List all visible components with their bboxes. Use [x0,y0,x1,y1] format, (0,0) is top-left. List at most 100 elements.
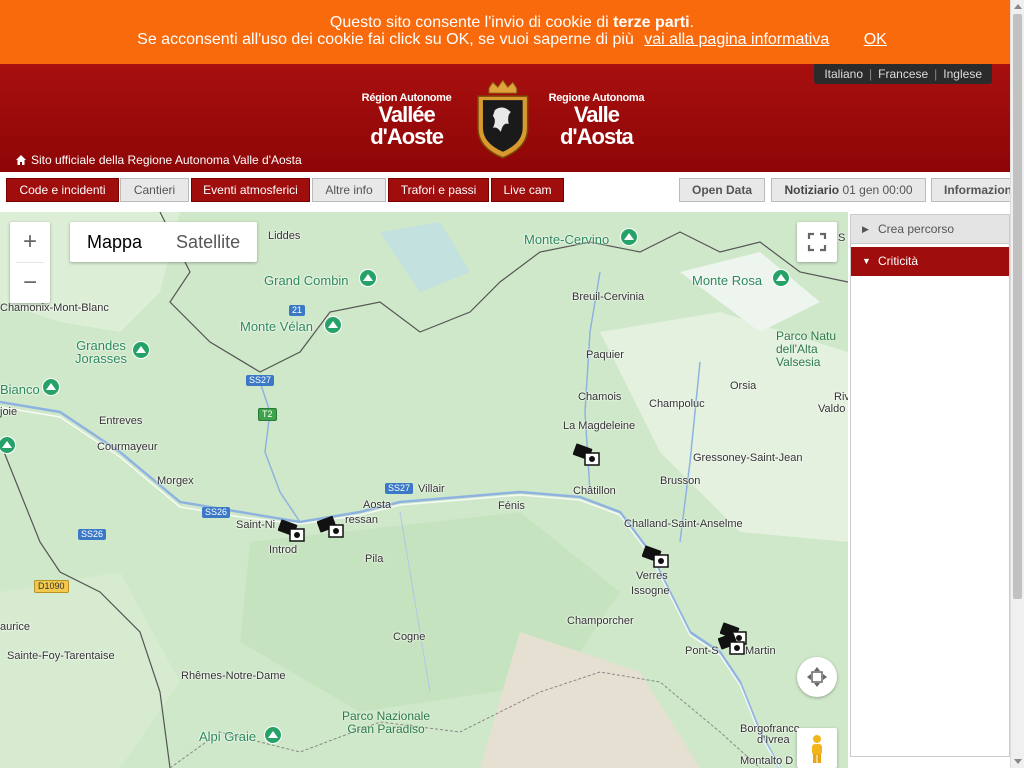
town-label: Champoluc [649,398,705,410]
scroll-down-arrow-icon[interactable] [1014,759,1022,764]
town-label: Challand-Saint-Anselme [624,518,743,530]
cookie-text-pre: Questo sito consente l'invio di cookie d… [329,14,614,31]
mountain-icon[interactable] [620,228,638,246]
webcam-icon[interactable] [642,545,670,569]
webcam-icon[interactable] [317,515,345,539]
webcam-icon[interactable] [278,519,306,543]
tab-eventi-atmosferici[interactable]: Eventi atmosferici [191,178,310,202]
town-label: Sainte-Foy-Tarentaise [7,650,115,662]
town-label: aurice [0,621,30,633]
crea-percorso-toggle[interactable]: ▶ Crea percorso [851,215,1009,244]
lang-separator: | [869,67,873,81]
town-label: Saint-Ni [236,519,276,531]
brand-it-big: Valle d'Aosta [559,102,634,149]
map-view[interactable]: Monte-Cervino Grand Combin Monte Vélan G… [0,212,848,768]
cookie-text-bold: terze parti [613,14,690,31]
zoom-in-button[interactable]: + [10,222,50,262]
town-label: Issogne [631,585,670,597]
page-scrollbar[interactable] [1010,0,1024,768]
street-view-button[interactable] [797,728,837,768]
criticita-toggle[interactable]: ▼ Criticità [851,247,1009,276]
tab-code-incidenti[interactable]: Code e incidenti [6,178,119,202]
zoom-control: + − [10,222,50,303]
peak-label[interactable]: Monte-Cervino [524,233,609,246]
notiziario-date: 01 gen 00:00 [842,183,913,197]
tab-live-cam[interactable]: Live cam [491,178,564,202]
peak-label[interactable]: Alpi Graie [199,730,256,743]
peak-label[interactable]: Grand Combin [264,274,349,287]
brand-french: Région Autonome Vallée d'Aoste [344,92,469,148]
map-type-mappa[interactable]: Mappa [70,222,159,262]
tab-altre-info[interactable]: Altre info [312,178,386,202]
mountain-icon[interactable] [772,269,790,287]
criticita-label: Criticità [878,254,919,268]
tab-trafori-passi[interactable]: Trafori e passi [388,178,489,202]
peak-label[interactable]: Monte Rosa [692,274,762,287]
webcam-icon[interactable] [718,632,746,656]
cookie-banner: Questo sito consente l'invio di cookie d… [0,0,1024,64]
lang-francese[interactable]: Francese [878,67,928,81]
language-switcher: Italiano | Francese | Inglese [814,64,992,84]
town-label: Pont-S [685,645,719,657]
zoom-out-button[interactable]: − [10,263,50,303]
town-label: Breuil-Cervinia [572,291,645,303]
toolbar: Code e incidenti Cantieri Eventi atmosfe… [0,172,1021,212]
cookie-ok-button[interactable]: OK [864,31,887,48]
town-label: Chamois [578,391,622,403]
crea-percorso-label: Crea percorso [878,222,955,236]
pegman-icon [812,735,822,763]
lang-inglese[interactable]: Inglese [943,67,982,81]
peak-label[interactable]: Monte Vélan [240,320,313,333]
road-shield: SS26 [202,507,231,518]
cookie-line-2: Se acconsenti all'uso dei cookie fai cli… [0,31,1024,48]
peak-label[interactable]: Grandes Jorasses [74,339,128,365]
scrollbar-thumb[interactable] [1013,14,1022,599]
road-shield: T2 [258,408,277,421]
town-label: joie [0,406,18,418]
peak-label[interactable]: Bianco [0,383,40,396]
notiziario-button[interactable]: Notiziario 01 gen 00:00 [771,178,926,202]
fullscreen-button[interactable] [797,222,837,262]
road-shield: SS27 [385,483,414,494]
town-label: Brusson [660,475,701,487]
official-site-link[interactable]: Sito ufficiale della Regione Autonoma Va… [16,153,302,167]
road-shield: SS26 [78,529,107,540]
lang-italiano[interactable]: Italiano [824,67,863,81]
town-label: Verres [636,570,668,582]
home-icon [16,155,26,165]
mountain-icon[interactable] [42,378,60,396]
mountain-icon[interactable] [324,316,342,334]
official-site-label: Sito ufficiale della Regione Autonoma Va… [31,153,302,167]
town-label: Chamonix-Mont-Blanc [0,302,109,314]
town-label: Gressoney-Saint-Jean [693,452,803,464]
mountain-icon[interactable] [359,269,377,287]
park-label[interactable]: Parco Nazionale Gran Paradiso [338,710,434,736]
town-label: Villair [418,483,445,495]
town-label: Montalto D [740,755,794,767]
webcam-icon[interactable] [573,443,601,467]
cookie-text-post: . [689,14,695,31]
recenter-button[interactable] [797,657,837,697]
town-label: ressan [345,514,379,526]
town-label: Valdo [818,403,846,415]
town-label: Châtillon [573,485,616,497]
mountain-icon[interactable] [132,341,150,359]
mountain-icon[interactable] [264,726,282,744]
informazioni-button[interactable]: Informazioni [931,178,1021,202]
town-label: d'Ivrea [757,734,790,746]
tab-cantieri[interactable]: Cantieri [120,178,189,202]
site-logo[interactable]: Région Autonome Vallée d'Aoste Regione A… [344,80,656,160]
cookie-line-1: Questo sito consente l'invio di cookie d… [0,14,1024,31]
cookie-info-link[interactable]: vai alla pagina informativa [644,31,829,48]
map-type-satellite[interactable]: Satellite [159,222,257,262]
fullscreen-icon [807,232,827,252]
lang-separator: | [934,67,938,81]
town-label: Martin [745,645,776,657]
open-data-button[interactable]: Open Data [679,178,765,202]
town-label: Pila [365,553,384,565]
town-label: S [838,232,846,244]
park-label[interactable]: Parco Natu dell'Alta Valsesia [776,330,848,369]
town-label: Rhêmes-Notre-Dame [181,670,286,682]
scroll-up-arrow-icon[interactable] [1014,4,1022,9]
cookie-text-2: Se acconsenti all'uso dei cookie fai cli… [137,31,634,48]
